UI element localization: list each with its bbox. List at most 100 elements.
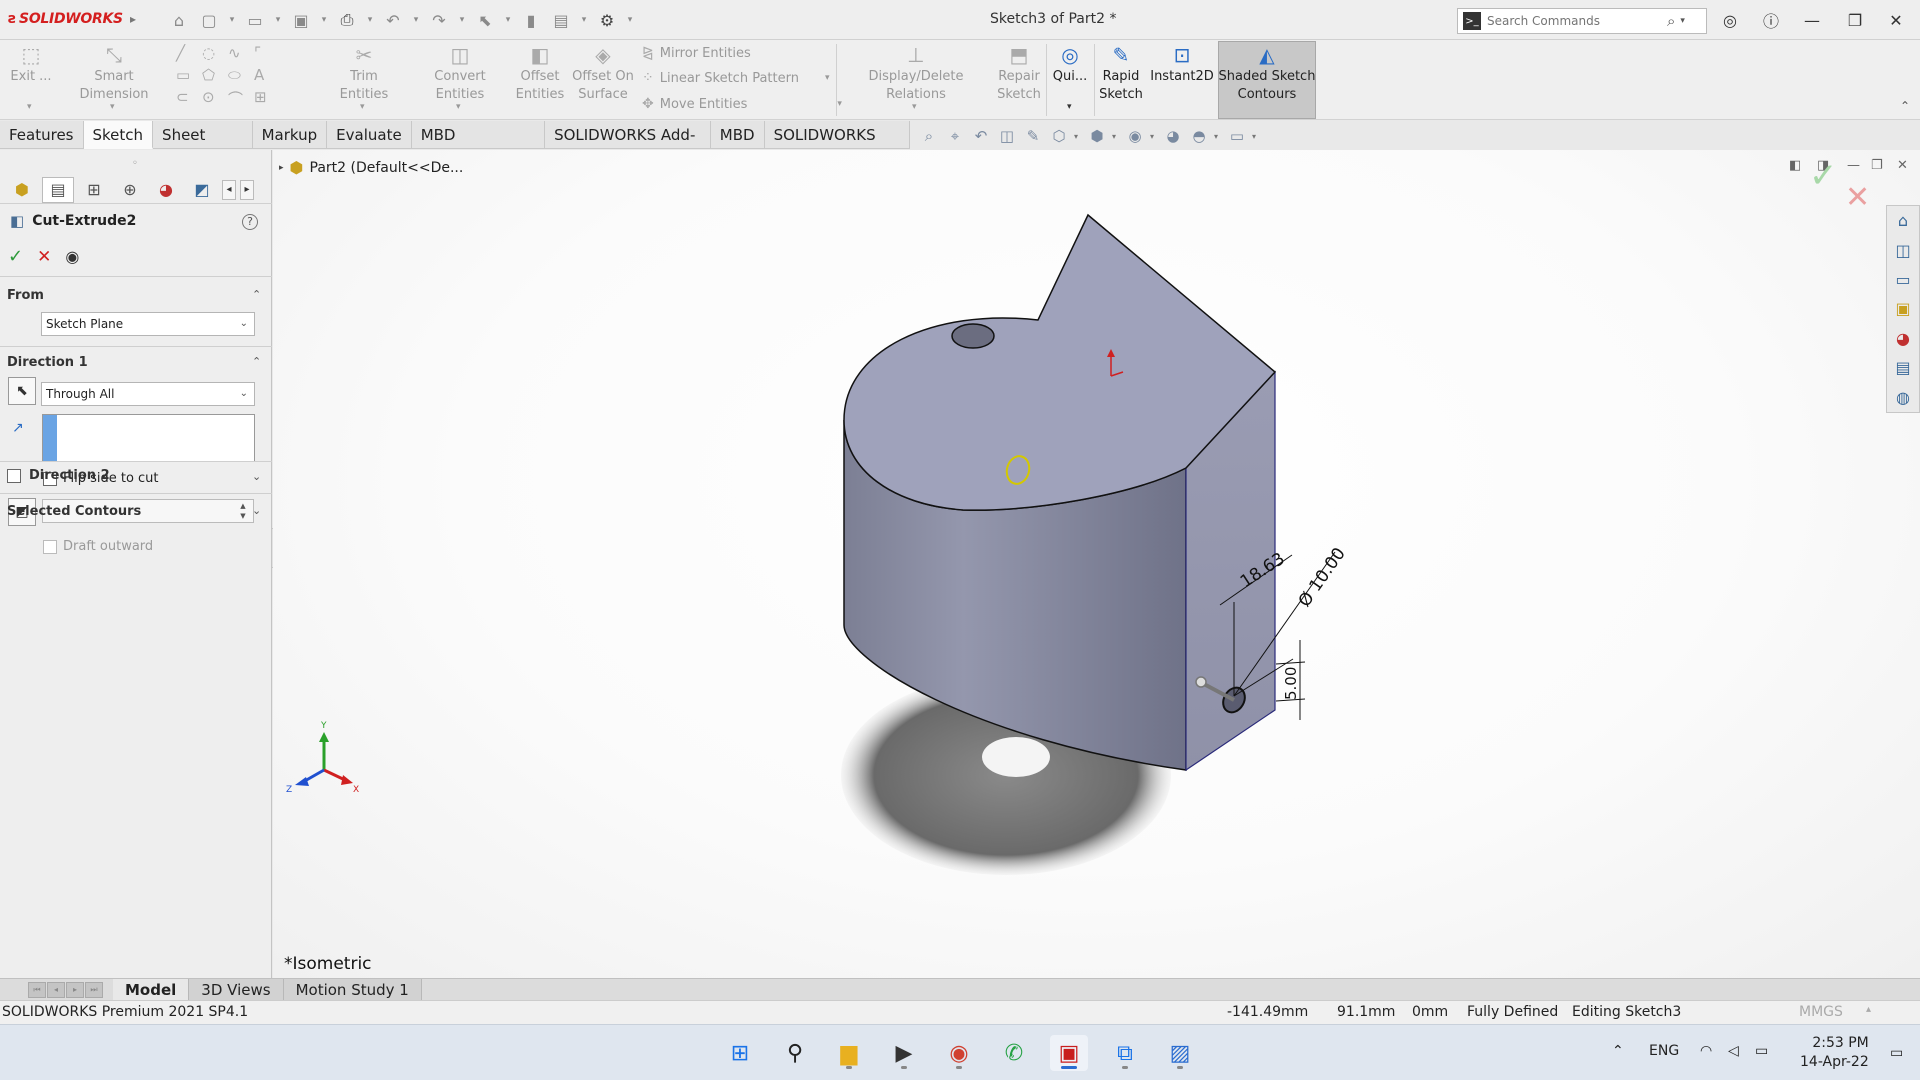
undo-icon[interactable]: ↶: [380, 8, 406, 32]
dimxpert-manager-tab-icon[interactable]: ⊕: [114, 177, 146, 203]
selected-contours-expand-icon[interactable]: ⌄: [252, 504, 261, 517]
ok-check-icon[interactable]: ✓: [8, 246, 23, 267]
system-clock[interactable]: 2:53 PM 14-Apr-22: [1800, 1034, 1869, 1072]
redo-icon[interactable]: ↷: [426, 8, 452, 32]
forum-globe-icon[interactable]: ◍: [1888, 383, 1918, 412]
smart-dimension-dropdown-icon[interactable]: ▾: [110, 102, 115, 112]
hide-show-items-icon[interactable]: ◉: [1124, 127, 1146, 145]
cam-manager-tab-icon[interactable]: ◩: [186, 177, 218, 203]
linear-pattern-dropdown-icon[interactable]: ▾: [825, 73, 830, 83]
media-player-icon[interactable]: ▶: [885, 1035, 923, 1071]
rebuild-icon[interactable]: ▮: [518, 8, 544, 32]
redo-dropdown-icon[interactable]: ▾: [456, 8, 468, 32]
tab-sketch[interactable]: Sketch: [83, 121, 154, 149]
circle-icon[interactable]: ◌: [202, 44, 228, 62]
spline-icon[interactable]: ∿: [228, 44, 254, 62]
new-dropdown-icon[interactable]: ▾: [226, 8, 238, 32]
view-settings-icon[interactable]: ▭: [1226, 127, 1248, 145]
property-manager-tab-icon[interactable]: ▤: [42, 176, 74, 203]
save-dropdown-icon[interactable]: ▾: [318, 8, 330, 32]
print-dropdown-icon[interactable]: ▾: [364, 8, 376, 32]
point-icon[interactable]: ⊙: [202, 88, 228, 109]
menu-expand-arrow-icon[interactable]: ▸: [130, 12, 136, 26]
unit-system[interactable]: MMGS: [1799, 1004, 1843, 1020]
minimize-button[interactable]: —: [1797, 8, 1827, 32]
relations-dropdown-icon[interactable]: ▾: [912, 102, 917, 112]
file-properties-dropdown-icon[interactable]: ▾: [578, 8, 590, 32]
scene-dropdown-icon[interactable]: ▾: [1214, 132, 1222, 141]
select-dropdown-icon[interactable]: ▾: [502, 8, 514, 32]
tab-solidworks-add-ins[interactable]: SOLIDWORKS Add-Ins: [545, 121, 711, 172]
slot-icon[interactable]: ⊂: [176, 88, 202, 109]
tab-features[interactable]: Features: [0, 121, 84, 149]
new-document-icon[interactable]: ▢: [196, 8, 222, 32]
selected-contours-title[interactable]: Selected Contours: [7, 504, 141, 519]
view-orientation-icon[interactable]: ⬡: [1048, 127, 1070, 145]
rectangle-icon[interactable]: ▭: [176, 66, 202, 84]
reverse-direction-icon[interactable]: ⬉: [8, 377, 36, 405]
next-tab-icon[interactable]: ▸: [66, 981, 84, 998]
options-gear-icon[interactable]: ⚙: [594, 8, 620, 32]
quick-snaps-button[interactable]: ◎ Qui...: [1050, 45, 1090, 86]
view-palette-icon[interactable]: ▣: [1888, 294, 1918, 323]
trim-entities-button[interactable]: ✂ Trim Entities: [326, 45, 402, 104]
collapse-ribbon-icon[interactable]: ⌃: [1900, 99, 1910, 113]
custom-properties-icon[interactable]: ▤: [1888, 353, 1918, 382]
from-section-title[interactable]: From: [7, 288, 44, 303]
edit-appearance-icon[interactable]: ◕: [1162, 127, 1184, 145]
pane-grip-icon[interactable]: ◦: [132, 158, 138, 169]
end-condition-select[interactable]: Through All ⌄: [41, 382, 255, 406]
convert-entities-button[interactable]: ◫ Convert Entities: [410, 45, 510, 104]
text-icon[interactable]: A: [254, 66, 280, 84]
spin-arrows-icon[interactable]: ▲ ▼: [235, 501, 251, 521]
display-delete-relations-button[interactable]: ⊥ Display/Delete Relations: [840, 45, 992, 104]
last-tab-icon[interactable]: ⏭: [85, 981, 103, 998]
tab-mbd[interactable]: MBD: [711, 121, 765, 149]
direction1-section-title[interactable]: Direction 1: [7, 355, 88, 370]
tab-sheet-metal[interactable]: Sheet Metal: [153, 121, 253, 172]
bottom-tab-model[interactable]: Model: [113, 978, 190, 1001]
zoom-to-area-icon[interactable]: ⌖: [944, 127, 966, 145]
units-up-arrow-icon[interactable]: ▴: [1866, 1004, 1871, 1015]
open-folder-icon[interactable]: ▭: [242, 8, 268, 32]
display-style-icon[interactable]: ⬢: [1086, 127, 1108, 145]
exit-sketch-button[interactable]: ⬚ Exit ...: [10, 45, 52, 86]
apply-scene-icon[interactable]: ◓: [1188, 127, 1210, 145]
tab-solidworks-cam[interactable]: SOLIDWORKS CAM: [765, 121, 910, 172]
select-arrow-icon[interactable]: ⬉: [472, 8, 498, 32]
instant2d-button[interactable]: ⊡ Instant2D: [1150, 45, 1214, 86]
tab-scroll-right-icon[interactable]: ▸: [240, 179, 254, 200]
open-dropdown-icon[interactable]: ▾: [272, 8, 284, 32]
convert-dropdown-icon[interactable]: ▾: [456, 102, 461, 112]
undo-dropdown-icon[interactable]: ▾: [410, 8, 422, 32]
view-orientation-dropdown-icon[interactable]: ▾: [1074, 132, 1082, 141]
close-button[interactable]: ✕: [1881, 8, 1911, 32]
smart-dimension-button[interactable]: ⤡ Smart Dimension: [58, 45, 170, 104]
search-dropdown-icon[interactable]: ▾: [1680, 16, 1685, 26]
display-style-dropdown-icon[interactable]: ▾: [1112, 132, 1120, 141]
rapid-sketch-button[interactable]: ✎ Rapid Sketch: [1098, 45, 1144, 104]
design-library-icon[interactable]: ◫: [1888, 235, 1918, 264]
draft-outward-row[interactable]: Draft outward: [43, 539, 153, 554]
solidworks-logo[interactable]: ƨ SOLIDWORKS: [8, 11, 123, 27]
exit-dropdown-icon[interactable]: ▾: [27, 102, 32, 112]
battery-icon[interactable]: ▭: [1755, 1043, 1768, 1059]
solidworks-resources-icon[interactable]: ⌂: [1888, 206, 1918, 235]
tab-scroll-left-icon[interactable]: ◂: [222, 179, 236, 200]
chrome-icon[interactable]: ◉: [940, 1035, 978, 1071]
print-icon[interactable]: ⎙: [334, 8, 360, 32]
cancel-x-icon[interactable]: ✕: [37, 247, 51, 267]
trim-dropdown-icon[interactable]: ▾: [360, 102, 365, 112]
whatsapp-icon[interactable]: ✆: [995, 1035, 1033, 1071]
repair-sketch-button[interactable]: ⬒ Repair Sketch: [994, 45, 1044, 104]
bottom-tab-motion-study-1[interactable]: Motion Study 1: [283, 978, 422, 1001]
search-taskbar-icon[interactable]: ⚲: [776, 1035, 814, 1071]
section-view-icon[interactable]: ◫: [996, 127, 1018, 145]
save-icon[interactable]: ▣: [288, 8, 314, 32]
direction2-expand-icon[interactable]: ⌄: [252, 470, 261, 483]
direction2-checkbox[interactable]: [7, 468, 21, 483]
preview-eye-icon[interactable]: ◉: [65, 247, 79, 266]
plane-icon[interactable]: ⊞: [254, 88, 280, 109]
sketch-fillet-icon[interactable]: ⌜: [254, 44, 280, 62]
polygon-icon[interactable]: ⬠: [202, 66, 228, 84]
